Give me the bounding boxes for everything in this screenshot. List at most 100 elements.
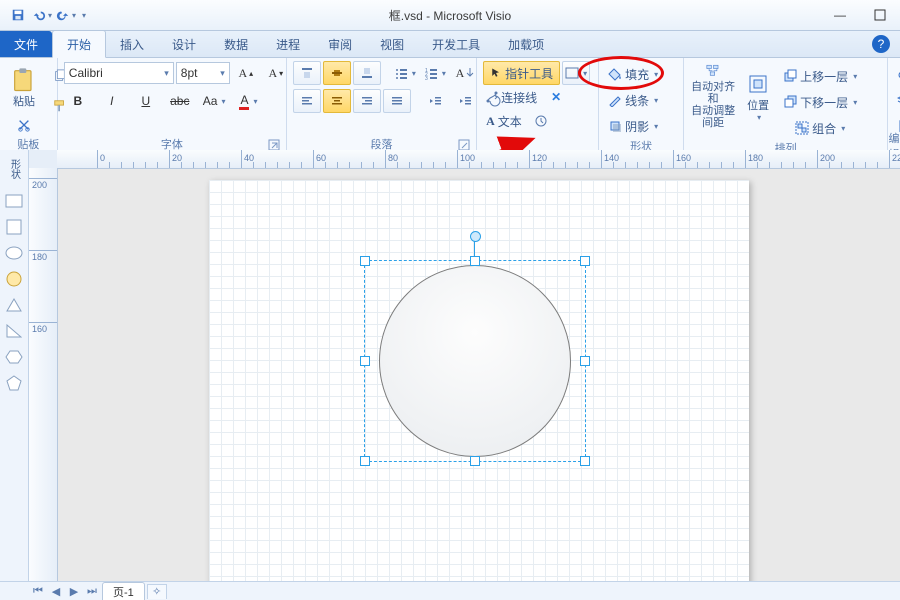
canvas-viewport[interactable]: 020406080100120140160180200220 200180160	[29, 150, 900, 582]
page-nav-prev[interactable]: ◀	[48, 584, 64, 598]
underline-button[interactable]: U	[132, 89, 160, 113]
resize-handle-e[interactable]	[580, 356, 590, 366]
maximize-button[interactable]	[860, 0, 900, 30]
bold-button[interactable]: B	[64, 89, 92, 113]
align-middle-button[interactable]	[323, 61, 351, 85]
position-button[interactable]: 位置▾	[740, 62, 776, 130]
save-icon[interactable]	[8, 5, 28, 25]
page-nav-last[interactable]: ⏭	[84, 584, 100, 598]
tab-review[interactable]: 审阅	[314, 31, 366, 57]
page-tab-strip: ⏮ ◀ ▶ ⏭ 页-1 ✧	[0, 581, 900, 600]
resize-handle-n[interactable]	[470, 256, 480, 266]
shrink-font-icon[interactable]: A▾	[262, 61, 290, 85]
align-top-button[interactable]	[293, 61, 321, 85]
stencil-rect[interactable]	[4, 192, 24, 210]
resize-handle-ne[interactable]	[580, 256, 590, 266]
tab-file[interactable]: 文件	[0, 31, 52, 57]
window-title: 框.vsd - Microsoft Visio	[389, 7, 511, 24]
stencil-rtriangle[interactable]	[4, 322, 24, 340]
ribbon: 粘贴 贴板 Calibri▾ 8pt▾ A▴ A▾ B I	[0, 58, 900, 153]
tab-insert[interactable]: 插入	[106, 31, 158, 57]
shadow-icon	[608, 119, 622, 133]
group-button[interactable]: 组合▾	[780, 116, 860, 140]
layers-button[interactable]: 层	[894, 88, 900, 112]
tab-view[interactable]: 视图	[366, 31, 418, 57]
tab-data[interactable]: 数据	[210, 31, 262, 57]
tab-addins[interactable]: 加载项	[494, 31, 558, 57]
resize-handle-sw[interactable]	[360, 456, 370, 466]
align-left-button[interactable]	[293, 89, 321, 113]
connector-tool-button[interactable]: 连接线	[483, 85, 540, 109]
resize-handle-s[interactable]	[470, 456, 480, 466]
undo-icon[interactable]: ▾	[32, 5, 52, 25]
fill-button[interactable]: 填充▾	[605, 62, 661, 86]
rectangle-tool-icon[interactable]: ▾	[562, 61, 590, 85]
shadow-button[interactable]: 阴影▾	[605, 114, 661, 138]
minimize-button[interactable]: —	[820, 0, 860, 30]
font-size-combo[interactable]: 8pt▾	[176, 62, 230, 84]
page-nav-first[interactable]: ⏮	[30, 584, 46, 598]
quick-access-toolbar: ▾ ▾ ▾	[0, 5, 86, 25]
autoalign-button[interactable]: 自动对齐和 自动调整间距	[690, 62, 736, 130]
vertical-label-shapes[interactable]: 形状	[4, 154, 24, 184]
redo-icon[interactable]: ▾	[56, 5, 76, 25]
change-case-button[interactable]: Aa▾	[200, 89, 229, 113]
tab-design[interactable]: 设计	[158, 31, 210, 57]
italic-button[interactable]: I	[98, 89, 126, 113]
text-direction-button[interactable]: A	[451, 61, 479, 85]
page-add[interactable]: ✧	[147, 584, 167, 599]
tab-home[interactable]: 开始	[52, 30, 106, 58]
bring-forward-button[interactable]: 上移一层▾	[780, 64, 860, 88]
page-tab-1[interactable]: 页-1	[102, 582, 145, 600]
resize-handle-se[interactable]	[580, 456, 590, 466]
help-icon[interactable]: ?	[872, 35, 890, 53]
numbering-button[interactable]: 123▾	[421, 61, 449, 85]
bullets-button[interactable]: ▾	[391, 61, 419, 85]
tab-developer[interactable]: 开发工具	[418, 31, 494, 57]
pointer-tool-button[interactable]: 指针工具	[483, 61, 560, 85]
increase-indent-button[interactable]	[451, 89, 479, 113]
grow-font-icon[interactable]: A▴	[232, 61, 260, 85]
resize-handle-w[interactable]	[360, 356, 370, 366]
font-name-combo[interactable]: Calibri▾	[64, 62, 174, 84]
resize-handle-nw[interactable]	[360, 256, 370, 266]
stencil-pentagon[interactable]	[4, 374, 24, 392]
svg-text:3: 3	[425, 76, 428, 80]
strikethrough-button[interactable]: abc	[166, 89, 194, 113]
group-font: Calibri▾ 8pt▾ A▴ A▾ B I U abc Aa▾ A▾ 字体	[58, 58, 287, 152]
stencil-square[interactable]	[4, 218, 24, 236]
text-tool-button[interactable]: A 文本	[483, 109, 525, 133]
cut-icon[interactable]	[10, 113, 38, 137]
stencil-hexagon[interactable]	[4, 348, 24, 366]
find-button[interactable]: 查找	[894, 62, 900, 86]
align-right-button[interactable]	[353, 89, 381, 113]
font-color-button[interactable]: A▾	[234, 89, 262, 113]
connection-point-icon[interactable]: ✕	[542, 85, 570, 109]
decrease-indent-button[interactable]	[421, 89, 449, 113]
page-nav-next[interactable]: ▶	[66, 584, 82, 598]
paste-button[interactable]: 粘贴	[6, 62, 42, 112]
ribbon-tabs: 文件 开始 插入 设计 数据 进程 审阅 视图 开发工具 加载项 ?	[0, 31, 900, 58]
selection-box	[364, 260, 586, 462]
line-button[interactable]: 线条▾	[605, 88, 661, 112]
ink-tool-icon[interactable]	[527, 109, 555, 133]
tab-process[interactable]: 进程	[262, 31, 314, 57]
align-bottom-button[interactable]	[353, 61, 381, 85]
title-bar: ▾ ▾ ▾ 框.vsd - Microsoft Visio —	[0, 0, 900, 31]
stencil-circle[interactable]	[4, 270, 24, 288]
group-clipboard: 粘贴 贴板	[0, 58, 58, 152]
stencil-triangle[interactable]	[4, 296, 24, 314]
group-paragraph: ▾ 123▾ A 段落	[287, 58, 477, 152]
drawing-page[interactable]	[209, 180, 749, 582]
group-arrange: 自动对齐和 自动调整间距 位置▾ 上移一层▾ 下移一层▾ 组合▾ 排列	[684, 58, 888, 152]
stencil-ellipse[interactable]	[4, 244, 24, 262]
align-justify-button[interactable]	[383, 89, 411, 113]
send-backward-button[interactable]: 下移一层▾	[780, 90, 860, 114]
align-center-button[interactable]	[323, 89, 351, 113]
ruler-vertical: 200180160	[29, 168, 58, 582]
shapes-pane: 形状	[0, 150, 29, 582]
qat-more-icon[interactable]: ▾	[82, 11, 86, 20]
ruler-horizontal: 020406080100120140160180200220	[57, 150, 900, 169]
rotation-handle[interactable]	[470, 231, 481, 242]
group-editing: 查找 层 选择 编辑	[888, 58, 900, 152]
